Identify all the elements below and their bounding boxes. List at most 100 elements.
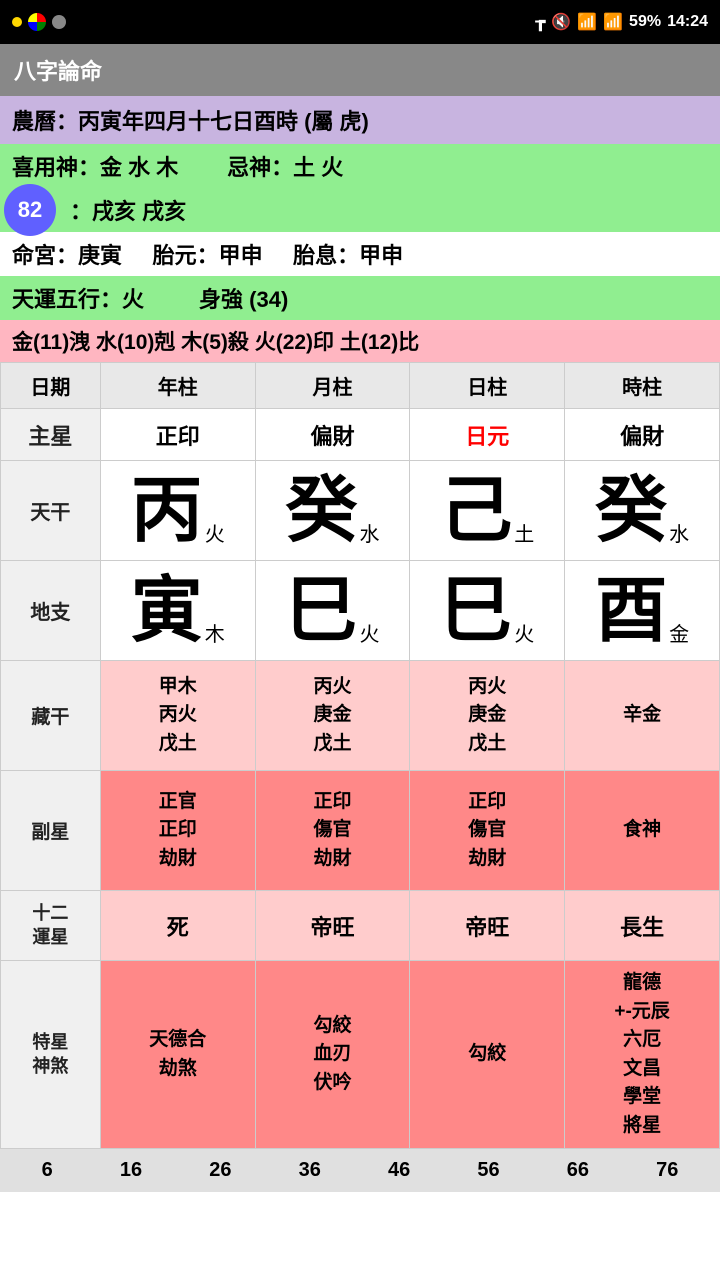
texing-month: 勾絞 血刃 伏吟 [255,961,410,1149]
tx-hour-5: 將星 [569,1112,715,1141]
fx-month-1: 傷官 [260,816,406,845]
tg-year-char: 丙 [131,475,203,547]
dizhi-hour: 酉金 [565,561,720,661]
tg-month-char: 癸 [285,475,357,547]
tx-hour-1: +-元辰 [569,998,715,1027]
tx-hour-0: 龍德 [569,969,715,998]
time-display: 14:24 [667,13,708,31]
dz-day-elem: 火 [514,624,534,646]
tx-day-0: 勾絞 [414,1040,560,1069]
fetal2-text: 胎息：甲申 [293,243,403,268]
tx-month-2: 伏吟 [260,1069,406,1098]
lunar-date-row: 農曆：丙寅年四月十七日酉時 (屬 虎) [0,96,720,144]
tg-month-elem: 水 [359,524,379,546]
zhuxing-hour: 偏財 [565,409,720,461]
page-title: 八字論命 [14,54,102,86]
tx-year-0: 天德合 [105,1026,251,1055]
texing-row: 特星神煞 天德合 劫煞 勾絞 血刃 伏吟 勾絞 龍德 +-元辰 六厄 文昌 學堂… [1,961,720,1149]
zhuxing-month: 偏財 [255,409,410,461]
status-icons-left [12,13,66,31]
yunxing-hour: 長生 [565,891,720,961]
bottom-num-3: 36 [299,1159,321,1182]
main-table: 日期 年柱 月柱 日柱 時柱 主星 正印 偏財 日元 偏財 天干 丙火 癸水 己… [0,362,720,1149]
bottom-numbers-row: 6 16 26 36 46 56 66 76 [0,1149,720,1192]
bottom-num-5: 56 [477,1159,499,1182]
fx-year-0: 正官 [105,788,251,817]
header-rizhu: 日柱 [410,363,565,409]
tx-hour-2: 六厄 [569,1026,715,1055]
zg-month-1: 庚金 [260,701,406,730]
fx-month-0: 正印 [260,788,406,817]
zanggan-year: 甲木 丙火 戊土 [100,661,255,771]
zg-month-0: 丙火 [260,673,406,702]
texing-year: 天德合 劫煞 [100,961,255,1149]
bodystrength-text: 身強 (34) [199,287,288,312]
zg-year-1: 丙火 [105,701,251,730]
zg-day-0: 丙火 [414,673,560,702]
tx-year-1: 劫煞 [105,1055,251,1084]
bottom-num-1: 16 [120,1159,142,1182]
zg-day-2: 戊土 [414,730,560,759]
lunar-date-text: 農曆：丙寅年四月十七日酉時 (屬 虎) [12,109,369,134]
header-yuezhu: 月柱 [255,363,410,409]
zanggan-month: 丙火 庚金 戊土 [255,661,410,771]
fuxing-row: 副星 正官 正印 劫財 正印 傷官 劫財 正印 傷官 劫財 食神 [1,771,720,891]
texing-hour: 龍德 +-元辰 六厄 文昌 學堂 將星 [565,961,720,1149]
texing-label: 特星神煞 [1,961,101,1149]
gods-row: 喜用神：金 水 木 忌神：土 火 [0,144,720,188]
yunxing-day: 帝旺 [410,891,565,961]
zanggan-hour: 辛金 [565,661,720,771]
dz-day-char: 巳 [440,575,512,647]
dz-hour-char: 酉 [595,575,667,647]
fx-year-1: 正印 [105,816,251,845]
yunxing-row: 十二運星 死 帝旺 帝旺 長生 [1,891,720,961]
bottom-num-2: 26 [209,1159,231,1182]
texing-day: 勾絞 [410,961,565,1149]
tg-hour-elem: 水 [669,524,689,546]
bottom-num-7: 76 [656,1159,678,1182]
yunxing-month: 帝旺 [255,891,410,961]
fuxing-month: 正印 傷官 劫財 [255,771,410,891]
zg-month-2: 戊土 [260,730,406,759]
tx-month-0: 勾絞 [260,1012,406,1041]
fx-year-2: 劫財 [105,845,251,874]
bottom-num-0: 6 [42,1159,53,1182]
tg-day-char: 己 [440,475,512,547]
dot-icon [12,17,22,27]
header-shizhu: 時柱 [565,363,720,409]
zhuxing-year: 正印 [100,409,255,461]
table-header-row: 日期 年柱 月柱 日柱 時柱 [1,363,720,409]
dz-year-elem: 木 [205,624,225,646]
zanggan-label: 藏干 [1,661,101,771]
zhuxing-day: 日元 [410,409,565,461]
dz-month-elem: 火 [359,624,379,646]
fuxing-year: 正官 正印 劫財 [100,771,255,891]
tx-month-1: 血刃 [260,1040,406,1069]
fx-hour-0: 食神 [569,816,715,845]
zg-year-0: 甲木 [105,673,251,702]
zg-year-2: 戊土 [105,730,251,759]
fuxing-label: 副星 [1,771,101,891]
tg-hour-char: 癸 [595,475,667,547]
dz-year-char: 寅 [131,575,203,647]
tiangan-label: 天干 [1,461,101,561]
bottom-num-6: 66 [567,1159,589,1182]
tx-hour-3: 文昌 [569,1055,715,1084]
yunxing-year: 死 [100,891,255,961]
zg-hour-0: 辛金 [569,701,715,730]
zg-day-1: 庚金 [414,701,560,730]
fx-month-2: 劫財 [260,845,406,874]
yunxing-label: 十二運星 [1,891,101,961]
fx-day-0: 正印 [414,788,560,817]
elements-text: 金(11)洩 水(10)剋 木(5)殺 火(22)印 土(12)比 [12,331,419,354]
elements-row: 金(11)洩 水(10)剋 木(5)殺 火(22)印 土(12)比 [0,320,720,362]
mute-icon: 🔇 [551,12,571,32]
zanggan-row: 藏干 甲木 丙火 戊土 丙火 庚金 戊土 丙火 庚金 戊土 辛金 [1,661,720,771]
status-icons-right: ┲ 🔇 📶 📶 59% 14:24 [536,12,708,32]
fetal1-text: 胎元：甲申 [153,243,263,268]
fx-day-2: 劫財 [414,845,560,874]
bottom-num-4: 46 [388,1159,410,1182]
colorwheel-icon [28,13,46,31]
special-stars-row: 82 ：戌亥 戌亥 [0,188,720,232]
tiangan-day: 己土 [410,461,565,561]
